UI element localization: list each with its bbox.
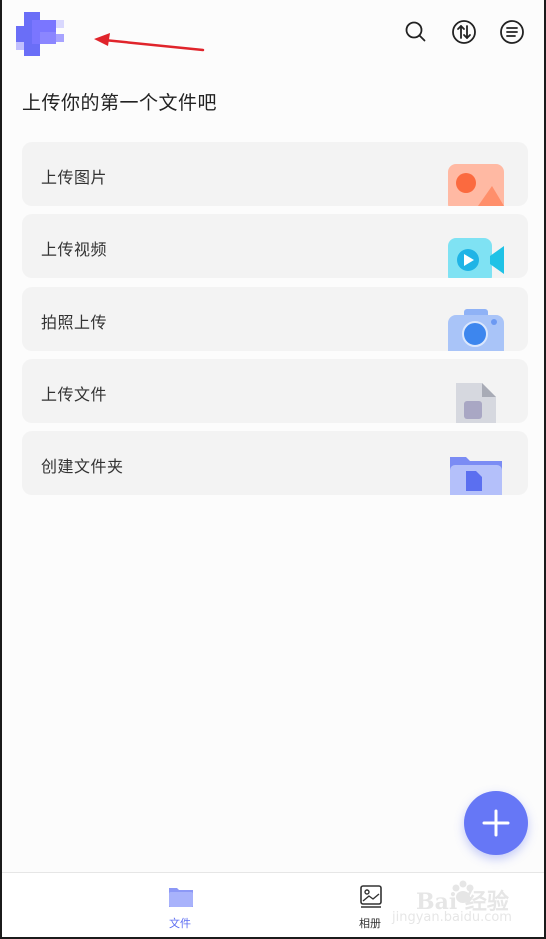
image-icon [448,164,504,206]
card-label: 上传视频 [41,240,108,259]
upload-image-card[interactable]: 上传图片 [22,142,528,206]
watermark: Bai 经验 jingyan.baidu.com [390,878,540,928]
page-title: 上传你的第一个文件吧 [22,92,218,114]
nav-label: 文件 [169,917,191,930]
avatar[interactable] [16,12,64,56]
card-label: 上传文件 [41,385,108,404]
plus-icon [482,809,510,837]
search-icon[interactable] [402,18,430,46]
folder-icon [450,457,502,495]
document-icon [456,383,496,423]
watermark-sub: jingyan.baidu.com [392,910,512,925]
video-icon [448,238,504,278]
nav-item-files[interactable]: 文件 [150,885,210,933]
app-screen: 上传你的第一个文件吧 上传图片 上传视频 拍照上传 上传文件 创建文件夹 文件 … [0,0,546,939]
sync-icon[interactable] [450,18,478,46]
camera-icon [448,309,504,351]
annotation-arrow-icon [94,33,205,52]
create-folder-card[interactable]: 创建文件夹 [22,431,528,495]
album-icon [360,885,382,908]
card-label: 拍照上传 [41,313,108,332]
add-button[interactable] [464,791,528,855]
upload-video-card[interactable]: 上传视频 [22,214,528,278]
menu-icon[interactable] [498,18,526,46]
card-label: 创建文件夹 [41,457,124,476]
card-label: 上传图片 [41,168,108,187]
header [2,0,544,64]
upload-file-card[interactable]: 上传文件 [22,359,528,423]
take-photo-card[interactable]: 拍照上传 [22,287,528,351]
folder-icon [169,888,193,907]
